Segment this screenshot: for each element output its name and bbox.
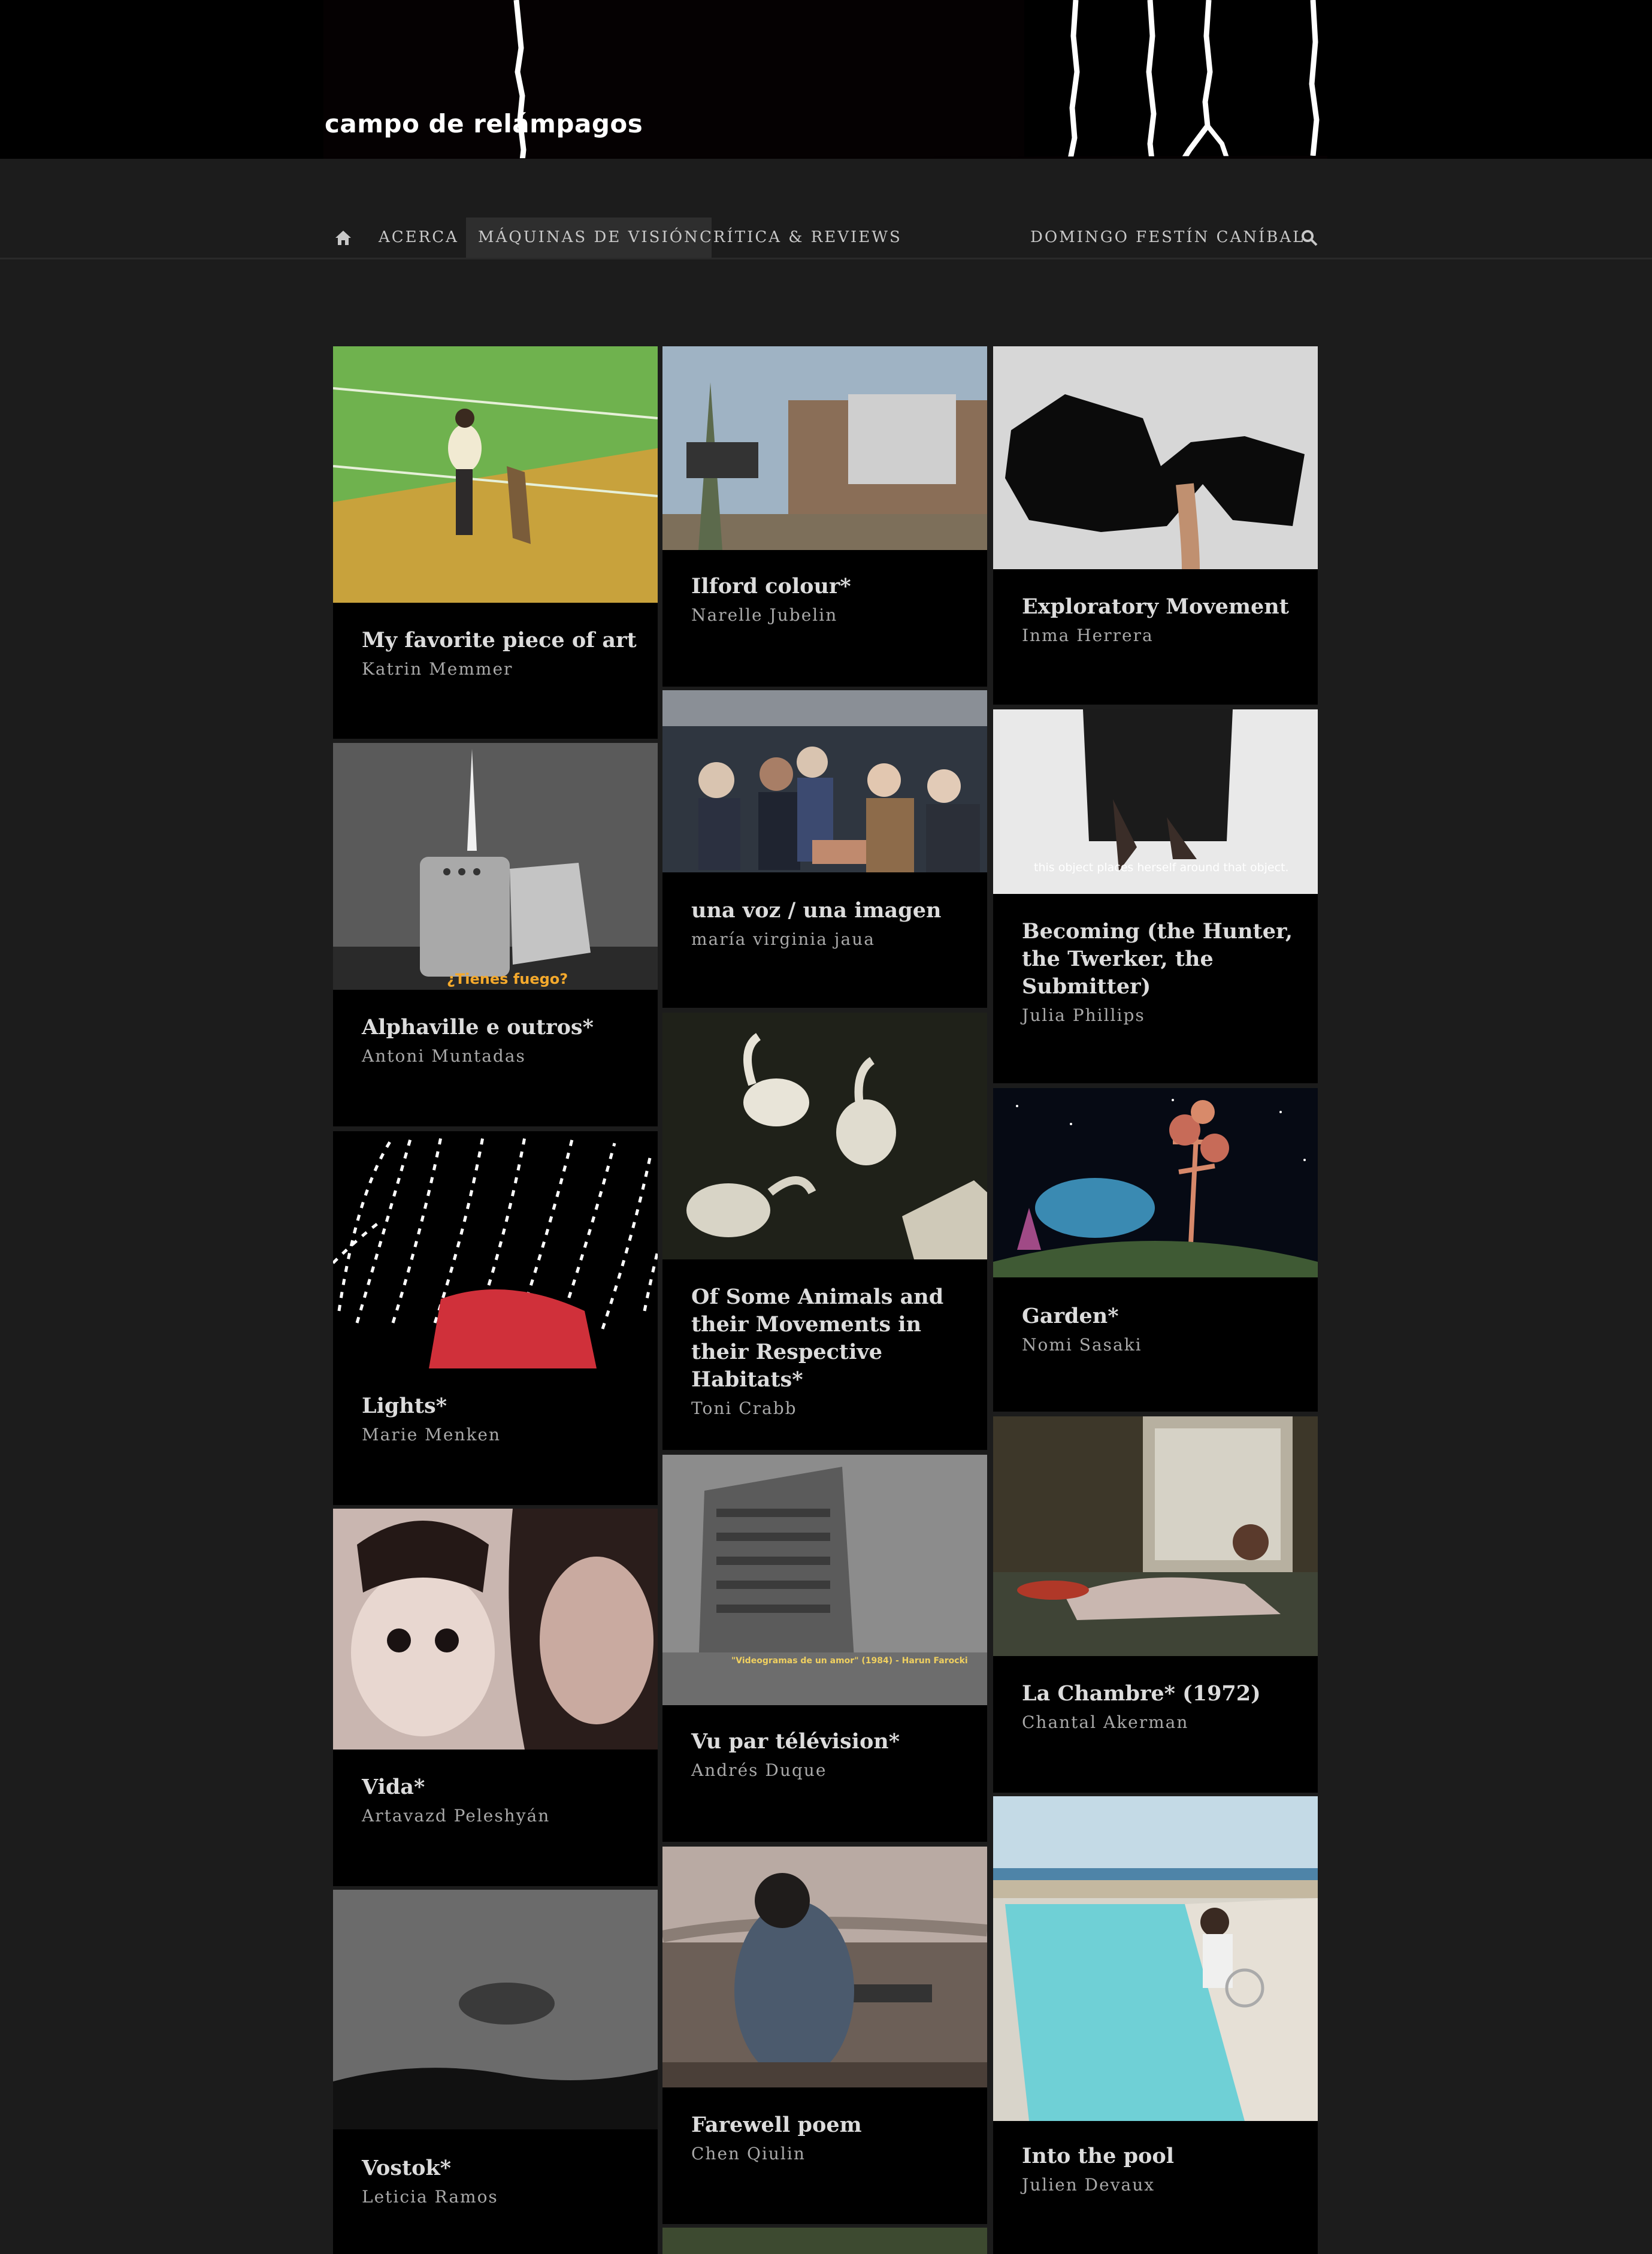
card-author: Leticia Ramos bbox=[362, 2187, 498, 2207]
video-thumbnail bbox=[662, 1013, 987, 1259]
video-card[interactable]: Vostok* Leticia Ramos bbox=[333, 1890, 658, 2254]
card-author: Chantal Akerman bbox=[1022, 1712, 1189, 1732]
nav-item-domingo-festin-canibal[interactable]: DOMINGO FESTÍN CANÍBAL bbox=[1030, 217, 1305, 258]
card-title[interactable]: Vu par télévision* bbox=[691, 1728, 969, 1756]
card-author: Julien Devaux bbox=[1022, 2175, 1155, 2195]
video-card[interactable]: ¿Tienes fuego? Alphaville e outros* Anto… bbox=[333, 743, 658, 1126]
card-title[interactable]: Ilford colour* bbox=[691, 573, 969, 600]
nav-item-acerca[interactable]: ACERCA bbox=[379, 217, 459, 258]
video-thumbnail bbox=[993, 346, 1318, 569]
card-author: Andrés Duque bbox=[691, 1760, 827, 1780]
video-card[interactable]: Vida* Artavazd Peleshyán bbox=[333, 1509, 658, 1886]
subtitle-in-thumbnail: "Videogramas de un amor" (1984) - Harun … bbox=[731, 1656, 968, 1666]
card-title[interactable]: Vida* bbox=[362, 1773, 640, 1801]
nav-item-critica-reviews[interactable]: CRÍTICA & REVIEWS bbox=[700, 217, 902, 258]
video-thumbnail bbox=[993, 1416, 1318, 1656]
card-author: Artavazd Peleshyán bbox=[362, 1806, 550, 1826]
video-thumbnail bbox=[993, 1796, 1318, 2121]
video-card[interactable]: this object places herself around that o… bbox=[993, 709, 1318, 1083]
video-card[interactable]: Ilford colour* Narelle Jubelin bbox=[662, 346, 987, 687]
video-thumbnail: this object places herself around that o… bbox=[993, 709, 1318, 894]
video-thumbnail: ¿Tienes fuego? bbox=[333, 743, 658, 990]
card-author: Toni Crabb bbox=[691, 1398, 797, 1418]
card-title[interactable]: Of Some Animals and their Movements in t… bbox=[691, 1283, 969, 1394]
card-title[interactable]: Exploratory Movement bbox=[1022, 593, 1300, 621]
card-author: maría virginia jaua bbox=[691, 929, 875, 949]
subtitle-in-thumbnail: ¿Tienes fuego? bbox=[447, 971, 568, 987]
video-card[interactable]: My favorite piece of art Katrin Memmer bbox=[333, 346, 658, 739]
card-author: Narelle Jubelin bbox=[691, 605, 838, 625]
video-card[interactable]: Garden* Nomi Sasaki bbox=[993, 1088, 1318, 1412]
video-thumbnail bbox=[993, 1088, 1318, 1277]
site-logo[interactable]: campo de relámpagos bbox=[325, 109, 643, 138]
card-title[interactable]: My favorite piece of art bbox=[362, 627, 640, 654]
video-thumbnail bbox=[333, 346, 658, 603]
video-card[interactable]: "Videogramas de un amor" (1984) - Harun … bbox=[662, 1455, 987, 1842]
video-thumbnail bbox=[333, 1131, 658, 1368]
card-author: Nomi Sasaki bbox=[1022, 1335, 1142, 1355]
search-icon[interactable] bbox=[1301, 229, 1318, 246]
subtitle-in-thumbnail: this object places herself around that o… bbox=[1034, 861, 1289, 874]
card-title[interactable]: Vostok* bbox=[362, 2155, 640, 2182]
lightning-scribble-graphic bbox=[323, 0, 1327, 171]
card-author: Inma Herrera bbox=[1022, 626, 1154, 645]
video-card[interactable]: Into the pool Julien Devaux bbox=[993, 1796, 1318, 2254]
card-title[interactable]: Into the pool bbox=[1022, 2143, 1300, 2170]
card-title[interactable]: Becoming (the Hunter, the Twerker, the S… bbox=[1022, 918, 1300, 1001]
card-author: Julia Phillips bbox=[1022, 1005, 1145, 1025]
card-author: Antoni Muntadas bbox=[362, 1046, 526, 1066]
home-icon[interactable] bbox=[334, 229, 352, 246]
video-thumbnail bbox=[333, 1890, 658, 2129]
video-card[interactable]: Exploratory Movement Inma Herrera bbox=[993, 346, 1318, 705]
video-thumbnail bbox=[662, 690, 987, 872]
header-banner-image bbox=[323, 0, 1336, 171]
video-card[interactable]: Of Some Animals and their Movements in t… bbox=[662, 1013, 987, 1450]
card-author: Marie Menken bbox=[362, 1425, 501, 1445]
card-title[interactable]: La Chambre* (1972) bbox=[1022, 1680, 1300, 1708]
video-thumbnail bbox=[333, 1509, 658, 1750]
card-author: Chen Qiulin bbox=[691, 2144, 806, 2164]
main-navigation: ACERCA MÁQUINAS DE VISIÓN CRÍTICA & REVI… bbox=[0, 159, 1652, 259]
video-thumbnail: "Videogramas de un amor" (1984) - Harun … bbox=[662, 1455, 987, 1705]
video-card[interactable] bbox=[662, 2228, 987, 2254]
card-title[interactable]: Lights* bbox=[362, 1392, 640, 1420]
card-title[interactable]: Farewell poem bbox=[691, 2111, 969, 2139]
card-title[interactable]: Alphaville e outros* bbox=[362, 1014, 640, 1041]
video-card[interactable]: una voz / una imagen maría virginia jaua bbox=[662, 690, 987, 1008]
video-card[interactable]: Lights* Marie Menken bbox=[333, 1131, 658, 1505]
site-header: campo de relámpagos bbox=[0, 0, 1652, 171]
video-card[interactable]: Farewell poem Chen Qiulin bbox=[662, 1847, 987, 2224]
card-title[interactable]: una voz / una imagen bbox=[691, 897, 969, 924]
video-thumbnail bbox=[662, 1847, 987, 2087]
video-card[interactable]: La Chambre* (1972) Chantal Akerman bbox=[993, 1416, 1318, 1793]
card-title[interactable]: Garden* bbox=[1022, 1303, 1300, 1330]
card-author: Katrin Memmer bbox=[362, 659, 513, 679]
video-thumbnail bbox=[662, 346, 987, 550]
nav-item-maquinas-de-vision[interactable]: MÁQUINAS DE VISIÓN bbox=[466, 217, 712, 258]
